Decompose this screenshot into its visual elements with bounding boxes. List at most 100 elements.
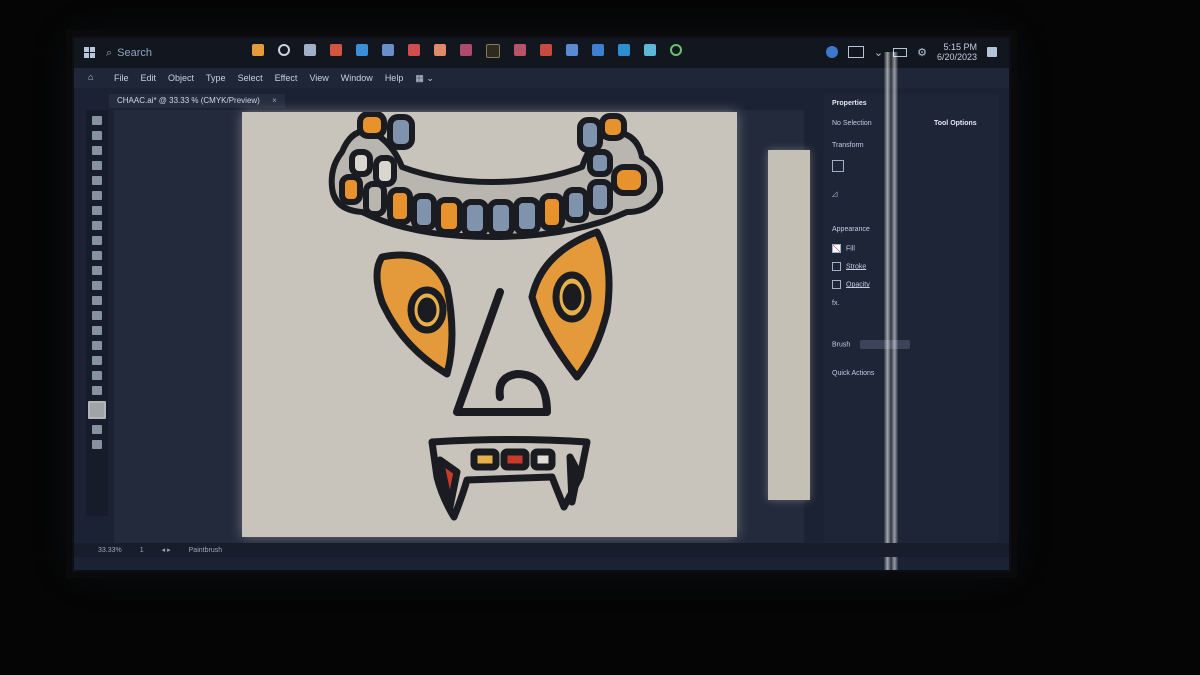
system-tray: ⌄ ⚙ 5:15 PM 6/20/2023 xyxy=(825,42,997,62)
pencil-tool-icon[interactable] xyxy=(92,266,102,275)
zoom-level[interactable]: 33.33% xyxy=(98,547,122,554)
app-icon[interactable] xyxy=(592,44,604,56)
fill-stroke-swatch[interactable] xyxy=(88,401,106,419)
menu-item-type[interactable]: Type xyxy=(206,73,226,83)
paintbrush-tool-icon[interactable] xyxy=(92,251,102,260)
rotate-tool-icon[interactable] xyxy=(92,221,102,230)
brush-row[interactable]: Brush xyxy=(832,340,911,349)
illustrator-icon[interactable] xyxy=(486,44,500,58)
type-tool-icon[interactable] xyxy=(92,206,102,215)
task-view-icon[interactable] xyxy=(304,44,316,56)
app-icon[interactable] xyxy=(252,44,264,56)
edge-icon[interactable] xyxy=(356,44,368,56)
menu-item-window[interactable]: Window xyxy=(341,73,373,83)
fill-label: Fill xyxy=(846,245,855,253)
search-icon: ⌕ xyxy=(106,46,113,59)
monitor-screen: ⌕ Search ⌄ ⚙ 5:15 PM 6/20/2023 ⌂ File Ed… xyxy=(72,36,1011,572)
menu-item-help[interactable]: Help xyxy=(385,73,404,83)
line-tool-icon[interactable] xyxy=(92,191,102,200)
eraser-tool-icon[interactable] xyxy=(92,281,102,290)
page-number[interactable]: 1 xyxy=(140,547,144,554)
workspace-switcher-icon[interactable]: ▦ ⌄ xyxy=(415,73,434,84)
opacity-swatch[interactable] xyxy=(832,280,841,289)
stroke-swatch[interactable] xyxy=(832,262,841,271)
notifications-icon[interactable] xyxy=(987,47,997,57)
left-eye-artwork xyxy=(373,251,456,378)
chaac-face-artwork xyxy=(328,112,664,521)
menu-item-select[interactable]: Select xyxy=(238,73,263,83)
close-icon[interactable]: × xyxy=(272,96,277,105)
transform-section-title: Transform xyxy=(832,142,864,149)
clock-time: 5:15 PM xyxy=(943,42,977,52)
app-icon[interactable] xyxy=(618,44,630,56)
clock[interactable]: 5:15 PM 6/20/2023 xyxy=(937,42,977,62)
tab-properties[interactable]: Properties xyxy=(832,100,867,107)
secondary-artboard[interactable] xyxy=(768,150,810,500)
app-icon[interactable] xyxy=(540,44,552,56)
artboard[interactable] xyxy=(242,112,737,537)
screen-mode-icon[interactable] xyxy=(92,440,102,449)
scale-tool-icon[interactable] xyxy=(92,236,102,245)
direct-selection-tool-icon[interactable] xyxy=(92,131,102,140)
shape-builder-tool-icon[interactable] xyxy=(92,311,102,320)
menu-item-object[interactable]: Object xyxy=(168,73,194,83)
reference-point-icon[interactable] xyxy=(832,160,844,172)
app-icon[interactable] xyxy=(566,44,578,56)
opacity-label: Opacity xyxy=(846,281,870,289)
canvas-area[interactable] xyxy=(114,110,810,550)
app-icon[interactable] xyxy=(408,44,420,56)
appearance-section-title: Appearance xyxy=(832,226,870,233)
app-icon[interactable] xyxy=(434,44,446,56)
curvature-tool-icon[interactable] xyxy=(92,161,102,170)
nav-arrows-icon[interactable]: ◂ ▸ xyxy=(162,546,171,554)
brush-label: Brush xyxy=(832,341,851,349)
tools-panel xyxy=(86,110,108,516)
keyboard-icon[interactable] xyxy=(847,46,864,58)
artboard-tool-icon[interactable] xyxy=(92,356,102,365)
status-bar: 33.33% 1 ◂ ▸ Paintbrush xyxy=(74,543,1009,557)
fill-swatch[interactable] xyxy=(832,244,841,253)
opacity-row[interactable]: Opacity xyxy=(832,280,870,289)
taskbar-search[interactable]: ⌕ Search xyxy=(106,45,246,61)
pen-tool-icon[interactable] xyxy=(92,146,102,155)
app-icon[interactable] xyxy=(514,44,526,56)
settings-icon[interactable]: ⚙ xyxy=(917,46,927,59)
app-icon[interactable] xyxy=(460,44,472,56)
current-tool-name: Paintbrush xyxy=(188,546,223,554)
mouth-artwork xyxy=(428,436,591,521)
chevron-down-icon[interactable]: ⌄ xyxy=(874,46,883,59)
draw-mode-icon[interactable] xyxy=(92,425,102,434)
fill-row[interactable]: Fill xyxy=(832,244,855,253)
angle-icon[interactable]: ◿ xyxy=(832,190,837,198)
stroke-label: Stroke xyxy=(846,263,867,271)
zoom-tool-icon[interactable] xyxy=(92,386,102,395)
fx-button[interactable]: fx. xyxy=(832,300,839,307)
gradient-tool-icon[interactable] xyxy=(92,326,102,335)
document-tab[interactable]: CHAAC.ai* @ 33.33 % (CMYK/Preview) × xyxy=(109,94,285,108)
width-tool-icon[interactable] xyxy=(92,296,102,305)
document-title: CHAAC.ai* @ 33.33 % (CMYK/Preview) xyxy=(117,96,260,105)
menu-bar: ⌂ File Edit Object Type Select Effect Vi… xyxy=(74,68,1009,88)
taskbar-apps xyxy=(252,44,682,58)
hand-tool-icon[interactable] xyxy=(92,371,102,380)
menu-item-file[interactable]: File xyxy=(114,73,129,83)
help-icon[interactable] xyxy=(825,46,838,58)
selection-tool-icon[interactable] xyxy=(92,116,102,125)
stroke-row[interactable]: Stroke xyxy=(832,262,866,271)
eyedropper-tool-icon[interactable] xyxy=(92,341,102,350)
app-icon[interactable] xyxy=(382,44,394,56)
menu-item-view[interactable]: View xyxy=(309,73,328,83)
screen-glare xyxy=(884,52,898,570)
windows-start-icon[interactable] xyxy=(84,47,96,59)
cortana-icon[interactable] xyxy=(278,44,290,56)
app-icon[interactable] xyxy=(330,44,342,56)
menu-item-effect[interactable]: Effect xyxy=(275,73,298,83)
ellipse-tool-icon[interactable] xyxy=(92,176,102,185)
app-icon[interactable] xyxy=(670,44,682,56)
tool-options-button[interactable]: Tool Options xyxy=(934,120,977,127)
search-placeholder: Search xyxy=(117,47,153,59)
home-icon[interactable]: ⌂ xyxy=(88,72,100,84)
properties-panel: Properties No Selection Tool Options Tra… xyxy=(824,94,999,554)
menu-item-edit[interactable]: Edit xyxy=(141,73,157,83)
filter-icon[interactable] xyxy=(644,44,656,56)
